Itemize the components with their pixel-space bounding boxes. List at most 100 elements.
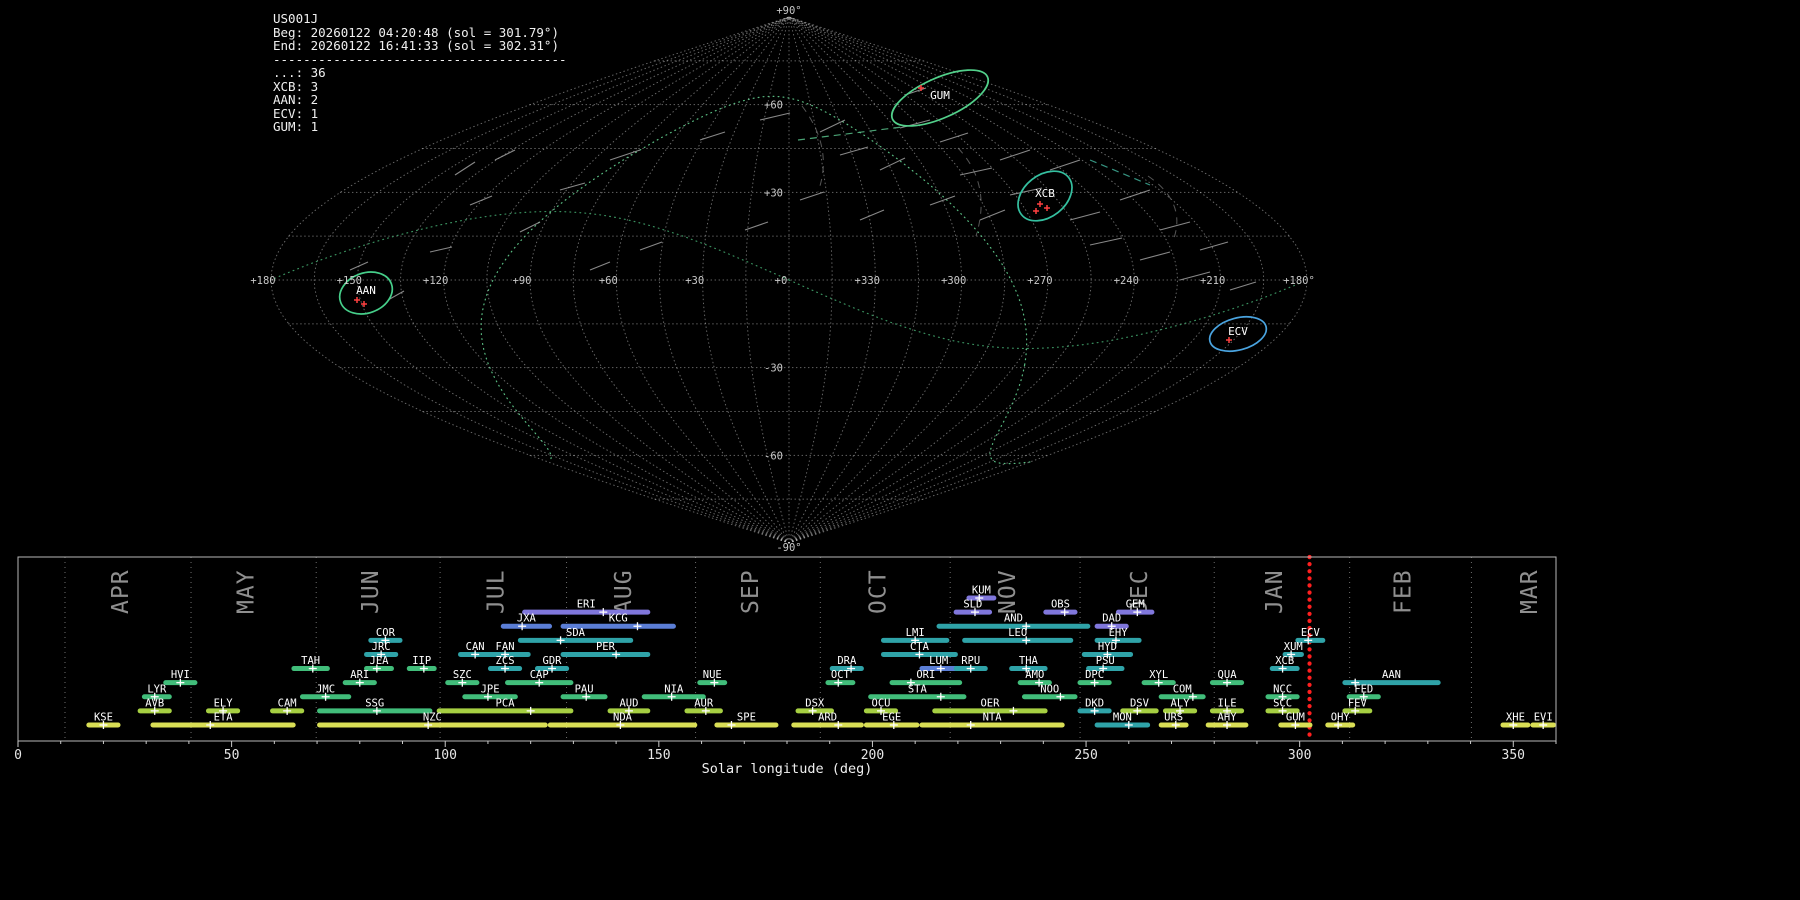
month-label: MAY <box>234 569 260 614</box>
dashed-arc <box>957 147 982 237</box>
shower-label-DRA: DRA <box>837 655 857 667</box>
shower-label-KCG: KCG <box>609 613 628 625</box>
shower-label-URS: URS <box>1164 711 1183 723</box>
lat-label: -30 <box>764 363 783 375</box>
shower-label-LEO: LEO <box>1008 627 1027 639</box>
shower-label-OCT: OCT <box>831 669 851 681</box>
shower-label-JXA: JXA <box>517 613 537 625</box>
sky-map: GUMXCBAANECV+180 +150 +120 +90 +60 +30 +0 +330 +… <box>250 5 1315 553</box>
radiant-label-ECV: ECV <box>1228 325 1248 338</box>
lon-label: +180° <box>1283 275 1315 287</box>
shower-label-OHY: OHY <box>1331 711 1351 723</box>
shower-label-NTA: NTA <box>983 711 1003 723</box>
tick-label: 300 <box>1288 748 1311 763</box>
screenshot-root: US001J Beg: 20260122 04:20:48 (sol = 301.… <box>0 0 1800 900</box>
shower-label-EVI: EVI <box>1534 711 1553 723</box>
shower-count-line: ...: 36 <box>273 65 326 80</box>
meteor-trail-segment <box>1199 241 1229 251</box>
shower-label-ZCS: ZCS <box>496 655 515 667</box>
shower-label-OER: OER <box>980 697 1000 709</box>
pole-label: -90° <box>776 542 801 553</box>
shower-label-QUA: QUA <box>1218 669 1238 681</box>
shower-label-PCA: PCA <box>496 697 516 709</box>
shower-label-ECV: ECV <box>1301 627 1321 639</box>
shower-label-DAD: DAD <box>1102 613 1121 625</box>
shower-label-ELY: ELY <box>214 697 234 709</box>
shower-label-SZC: SZC <box>453 669 472 681</box>
lat-label: -60 <box>764 450 783 462</box>
shower-count-line: AAN: 2 <box>273 92 319 107</box>
shower-label-AVB: AVB <box>145 697 164 709</box>
shower-label-NZC: NZC <box>423 711 442 723</box>
shower-label-SSG: SSG <box>365 697 384 709</box>
month-label: FEB <box>1391 569 1417 614</box>
shower-label-ARD: ARD <box>818 711 837 723</box>
meteor-trail-segment <box>494 149 516 161</box>
shower-label-LMI: LMI <box>906 627 925 639</box>
shower-label-ALY: ALY <box>1171 697 1191 709</box>
meteor-trail-segment <box>349 261 369 271</box>
shower-label-SPE: SPE <box>737 711 756 723</box>
shower-label-ERI: ERI <box>577 599 596 611</box>
radiant-group-ECV: ECV <box>1208 315 1268 353</box>
meteor-trail-segment <box>1229 281 1257 291</box>
shower-label-DSX: DSX <box>805 697 825 709</box>
shower-label-NUE: NUE <box>703 669 722 681</box>
shower-label-THA: THA <box>1019 655 1039 667</box>
shower-count-list: ...: 36 XCB: 3 AAN: 2 ECV: 1 GUM: 1 <box>273 66 567 134</box>
month-label: APR <box>108 569 134 614</box>
shower-label-IIP: IIP <box>412 655 431 667</box>
shower-label-AUD: AUD <box>619 697 638 709</box>
meteor-trail-segment <box>559 182 586 191</box>
shower-label-DKD: DKD <box>1085 697 1104 709</box>
lon-label: +150 <box>337 275 362 287</box>
lon-label: +30 <box>685 275 704 287</box>
station-stats-block: US001J Beg: 20260122 04:20:48 (sol = 301.… <box>273 12 567 134</box>
meteor-trail-segment <box>799 191 825 201</box>
x-axis-title: Solar longitude (deg) <box>702 761 873 777</box>
shower-label-CAN: CAN <box>466 641 485 653</box>
shower-label-LUM: LUM <box>929 655 948 667</box>
shower-label-ORI: ORI <box>916 669 935 681</box>
meteor-trail-segment <box>1089 237 1123 246</box>
shower-label-CAP: CAP <box>530 669 549 681</box>
activity-timeline: APR MAY JUN JUL AUG SEP OCT NOV DEC JAN FEB MARKUME… <box>14 554 1557 777</box>
month-label: JUN <box>358 569 384 614</box>
meteor-trail-segment <box>639 241 663 251</box>
shower-count-line: GUM: 1 <box>273 119 319 134</box>
begin-time-line: Beg: 20260122 04:20:48 (sol = 301.79°) <box>273 24 559 40</box>
meteor-trail-segment <box>939 132 969 143</box>
station-id: US001J <box>273 11 319 26</box>
shower-label-NOO: NOO <box>1040 683 1059 695</box>
shower-label-XCB: XCB <box>1275 655 1294 667</box>
tick-label: 150 <box>647 748 670 763</box>
shower-label-AND: AND <box>1004 613 1023 625</box>
radiant-label-XCB: XCB <box>1035 187 1055 200</box>
lon-label: +120 <box>423 275 448 287</box>
meteor-trail-segment <box>959 167 993 176</box>
shower-label-COR: COR <box>376 627 396 639</box>
shower-label-XYL: XYL <box>1149 669 1168 681</box>
month-label: AUG <box>611 569 637 614</box>
shower-label-COM: COM <box>1173 683 1192 695</box>
month-label: SEP <box>738 569 764 614</box>
meteor-trail-segment <box>589 261 611 271</box>
grid-meridian <box>788 16 1006 544</box>
shower-label-DSV: DSV <box>1130 697 1150 709</box>
shower-label-GEM: GEM <box>1126 599 1145 611</box>
tick-label: 100 <box>433 748 456 763</box>
meteor-trail-segment <box>429 246 453 253</box>
radiant-label-GUM: GUM <box>930 89 950 102</box>
shower-label-KUM: KUM <box>972 585 991 597</box>
meteor-trail-segment <box>879 157 906 171</box>
shower-label-CAM: CAM <box>278 697 297 709</box>
shower-label-JPE: JPE <box>481 683 500 695</box>
shower-label-AAN: AAN <box>1382 669 1401 681</box>
shower-label-FED: FED <box>1354 683 1373 695</box>
meteor-trail-segment <box>819 119 846 133</box>
shower-label-JRC: JRC <box>372 641 391 653</box>
galactic-line <box>989 364 1031 465</box>
shower-label-RPU: RPU <box>961 655 980 667</box>
shower-label-GDR: GDR <box>543 655 563 667</box>
radiant-group-GUM: GUM <box>890 69 990 127</box>
